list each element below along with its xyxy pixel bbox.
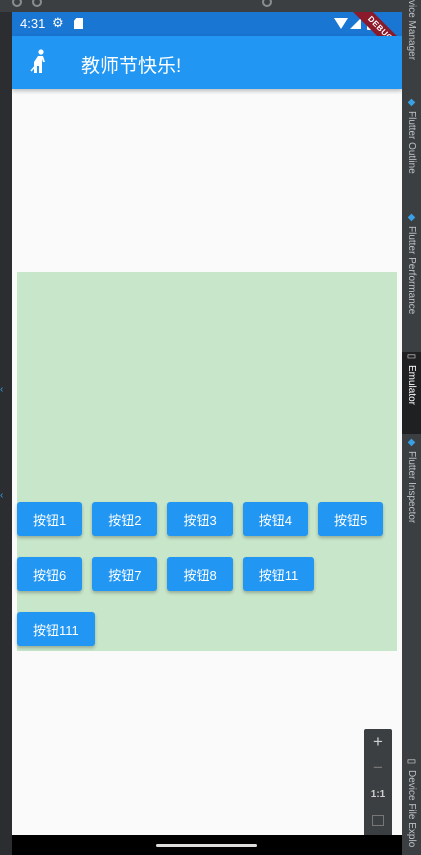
emulator-screen: 4:31 ⚙ DEBUG 教师节快乐! 按钮1 按钮2 按钮3 按钮4 按钮5 … bbox=[12, 12, 402, 855]
ide-left-gutter: ‹ ‹ bbox=[0, 12, 12, 855]
tab-emulator[interactable]: ▭ Emulator bbox=[402, 352, 421, 434]
page-title: 教师节快乐! bbox=[81, 56, 182, 77]
tab-device-manager[interactable]: vice Manager bbox=[402, 0, 421, 60]
flutter-icon: ◆ bbox=[407, 212, 416, 223]
tab-flutter-inspector[interactable]: ◆ Flutter Inspector bbox=[402, 437, 421, 524]
button-wrap: 按钮1 按钮2 按钮3 按钮4 按钮5 按钮6 按钮7 按钮8 按钮11 按钮1… bbox=[17, 502, 397, 667]
zoom-out-button[interactable]: − bbox=[364, 755, 392, 781]
app-bar: 教师节快乐! bbox=[12, 36, 402, 89]
zoom-controls: + − 1:1 bbox=[364, 729, 392, 837]
tab-device-file-explorer[interactable]: ▭ Device File Explo bbox=[402, 756, 421, 848]
status-bar: 4:31 ⚙ DEBUG bbox=[12, 12, 402, 68]
fit-screen-icon bbox=[372, 814, 384, 826]
file-icon: ▭ bbox=[406, 756, 417, 767]
button-3[interactable]: 按钮3 bbox=[167, 502, 233, 536]
zoom-actual-size-button[interactable]: 1:1 bbox=[364, 781, 392, 807]
wifi-icon bbox=[334, 18, 348, 29]
tab-label: Emulator bbox=[406, 365, 417, 406]
tab-label: vice Manager bbox=[406, 0, 417, 61]
emulator-icon: ▭ bbox=[406, 351, 417, 362]
button-11[interactable]: 按钮11 bbox=[242, 557, 315, 591]
button-1[interactable]: 按钮1 bbox=[17, 502, 83, 536]
tab-flutter-performance[interactable]: ◆ Flutter Performance bbox=[402, 212, 421, 315]
button-2[interactable]: 按钮2 bbox=[92, 502, 158, 536]
status-time: 4:31 bbox=[20, 16, 46, 31]
ide-right-sidebar: vice Manager ◆ Flutter Outline ◆ Flutter… bbox=[402, 0, 421, 855]
button-6[interactable]: 按钮6 bbox=[17, 557, 83, 591]
zoom-in-button[interactable]: + bbox=[364, 729, 392, 755]
button-5[interactable]: 按钮5 bbox=[317, 502, 384, 536]
button-7[interactable]: 按钮7 bbox=[92, 557, 158, 591]
button-4[interactable]: 按钮4 bbox=[242, 502, 308, 536]
flutter-icon: ◆ bbox=[407, 97, 416, 108]
tab-flutter-outline[interactable]: ◆ Flutter Outline bbox=[402, 98, 421, 174]
nav-bar bbox=[12, 835, 402, 855]
signal-icon bbox=[350, 18, 361, 29]
button-8[interactable]: 按钮8 bbox=[167, 557, 233, 591]
ide-toolbar bbox=[0, 0, 421, 12]
tab-label: Flutter Performance bbox=[406, 226, 417, 315]
toolbar-icon[interactable] bbox=[32, 0, 42, 7]
tab-label: Device File Explo bbox=[406, 770, 417, 848]
chevron-left-icon: ‹ bbox=[0, 490, 4, 501]
flutter-icon: ◆ bbox=[407, 437, 416, 448]
person-icon bbox=[30, 49, 45, 73]
toolbar-icon[interactable] bbox=[12, 0, 22, 7]
home-gesture-handle[interactable] bbox=[156, 844, 257, 847]
sd-card-icon bbox=[74, 18, 83, 29]
zoom-fit-button[interactable] bbox=[364, 807, 392, 833]
tab-label: Flutter Outline bbox=[406, 111, 417, 174]
toolbar-icon[interactable] bbox=[262, 0, 272, 7]
tab-label: Flutter Inspector bbox=[406, 451, 417, 524]
chevron-left-icon: ‹ bbox=[0, 384, 4, 395]
button-111[interactable]: 按钮111 bbox=[17, 612, 95, 646]
green-container: 按钮1 按钮2 按钮3 按钮4 按钮5 按钮6 按钮7 按钮8 按钮11 按钮1… bbox=[17, 272, 397, 651]
gear-icon: ⚙ bbox=[52, 15, 64, 30]
